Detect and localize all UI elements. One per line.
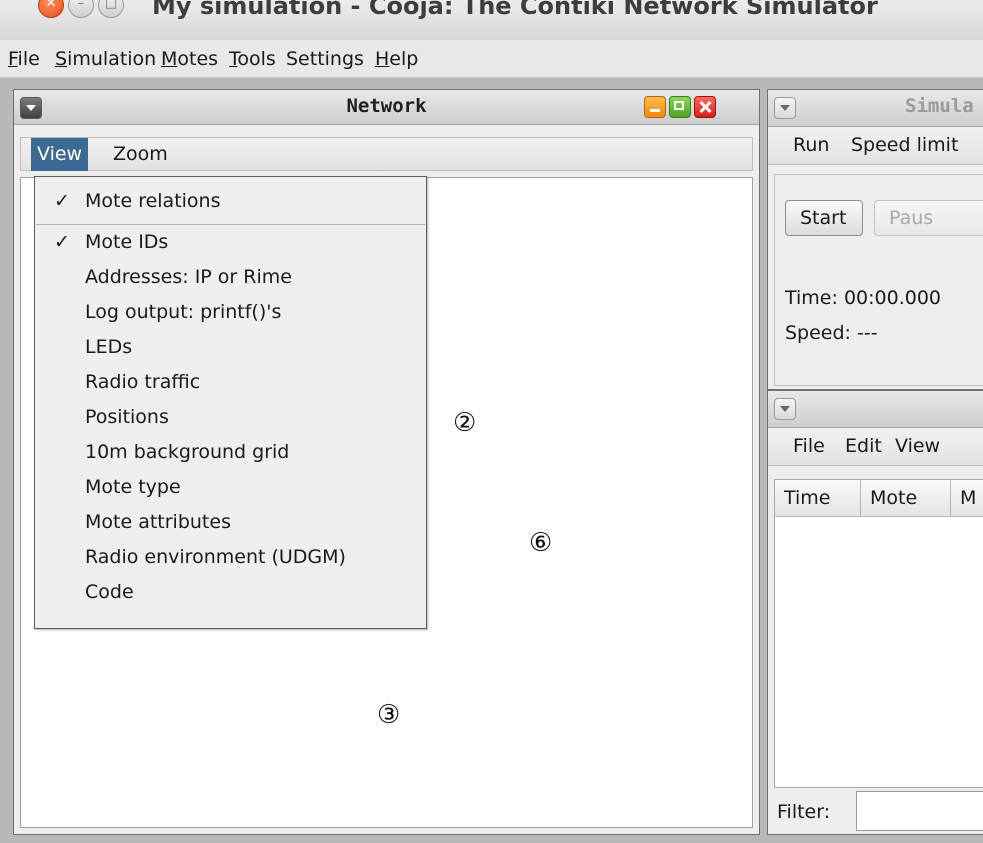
menu-file[interactable]: File [8,48,40,70]
filter-label: Filter: [777,801,831,823]
check-icon: ✓ [54,190,70,212]
column-message[interactable]: M [951,480,983,516]
simulation-time: Time: 00:00.000 [785,287,941,309]
window-maximize-button[interactable]: □ [98,0,124,18]
network-title-bar[interactable]: Network [14,90,759,125]
network-menu-view[interactable]: View [31,138,89,171]
menu-item-mote-relations[interactable]: ✓ Mote relations [35,185,426,218]
mote-2[interactable]: ② [453,410,476,436]
check-icon: ✓ [54,231,70,253]
column-mote[interactable]: Mote [861,480,951,516]
menu-tools[interactable]: Tools [229,48,276,70]
menu-help[interactable]: Help [375,48,418,70]
log-table-header: Time Mote M [775,480,983,517]
network-menu-zoom[interactable]: Zoom [111,138,170,171]
window-title-bar: ✕ – □ My simulation - Cooja: The Contiki… [0,0,983,40]
simulation-speed: Speed: --- [785,322,878,344]
menu-item-mote-type[interactable]: Mote type [35,471,426,504]
menu-item-mote-ids[interactable]: ✓ Mote IDs [35,226,426,259]
log-window: File Edit View Time Mote M Filter: [767,390,983,835]
log-system-menu-icon[interactable] [774,398,796,420]
window-close-button[interactable]: ✕ [38,0,64,18]
menu-item-addresses[interactable]: Addresses: IP or Rime [35,261,426,294]
menu-separator [36,224,425,225]
mote-3[interactable]: ③ [377,702,400,728]
menu-simulation[interactable]: Simulation [55,48,156,70]
simulation-title: Simula [905,95,974,117]
filter-input[interactable] [856,791,983,831]
minimize-icon[interactable] [644,96,666,118]
menu-item-mote-attributes[interactable]: Mote attributes [35,506,426,539]
close-icon[interactable] [694,96,716,118]
menu-item-code[interactable]: Code [35,576,426,609]
menu-item-radio-environment[interactable]: Radio environment (UDGM) [35,541,426,574]
menu-settings[interactable]: Settings [286,48,364,70]
menu-item-leds[interactable]: LEDs [35,331,426,364]
simulation-menu-run[interactable]: Run [793,134,829,156]
view-dropdown-menu: ✓ Mote relations ✓ Mote IDs Addresses: I… [34,176,427,629]
column-time[interactable]: Time [775,480,861,516]
menu-item-log-output[interactable]: Log output: printf()'s [35,296,426,329]
log-menu-view[interactable]: View [895,435,940,457]
log-menu-edit[interactable]: Edit [845,435,882,457]
menu-item-background-grid[interactable]: 10m background grid [35,436,426,469]
start-button[interactable]: Start [785,200,863,236]
window-minimize-button[interactable]: – [68,0,94,18]
menu-item-positions[interactable]: Positions [35,401,426,434]
maximize-icon[interactable] [669,96,691,118]
simulation-control-window: Simula Run Speed limit Start Paus Time: … [767,89,983,390]
simulation-menu-speed-limit[interactable]: Speed limit [851,134,958,156]
mote-6[interactable]: ⑥ [529,530,552,556]
log-title-bar[interactable] [768,391,983,428]
pause-button[interactable]: Paus [874,200,983,236]
simulation-system-menu-icon[interactable] [774,97,796,119]
menu-item-radio-traffic[interactable]: Radio traffic [35,366,426,399]
simulation-title-bar[interactable]: Simula [768,90,983,127]
menu-motes[interactable]: Motes [161,48,218,70]
window-title: My simulation - Cooja: The Contiki Netwo… [152,0,878,20]
log-table[interactable]: Time Mote M [774,479,983,788]
main-menu-bar: File Simulation Motes Tools Settings Hel… [0,40,983,78]
log-menu-file[interactable]: File [793,435,825,457]
